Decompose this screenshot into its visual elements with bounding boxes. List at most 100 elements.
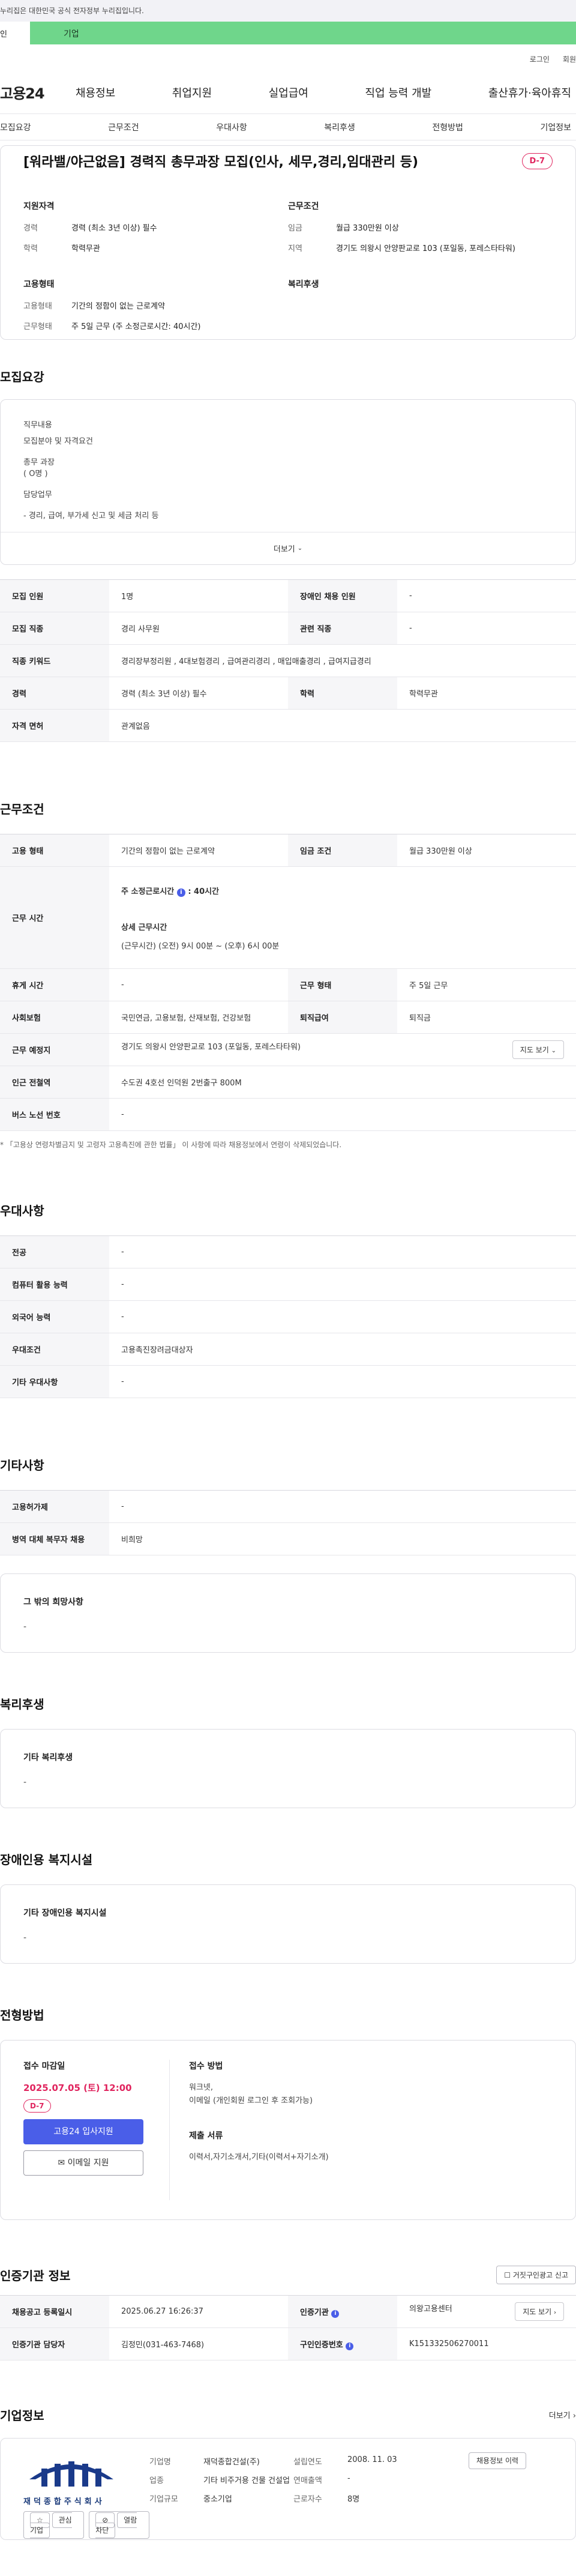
tab-work[interactable]: 근무조건: [108, 121, 139, 133]
gnb-item-jobs[interactable]: 채용정보: [76, 85, 115, 100]
apply-section-title: 전형방법: [0, 2008, 44, 2022]
table-cell: -: [109, 1235, 576, 1268]
company-section-title: 기업정보: [0, 2409, 44, 2423]
etc-wish-label: 그 밖의 희망사항: [23, 1597, 83, 1607]
table-cell: 경리장부정리원 , 4대보험경리 , 급여관리경리 , 매입매출경리 , 급여지…: [109, 644, 576, 677]
tab-recruit[interactable]: 모집요강: [0, 121, 31, 133]
summary-career-label: 경력: [23, 224, 38, 233]
table-header: 학력: [288, 677, 397, 710]
member-type-toggle: 인 기업: [0, 22, 576, 44]
table-header: 사회보험: [0, 1001, 109, 1034]
table-header: 임금 조건: [288, 834, 397, 867]
tab-welfare[interactable]: 복리후생: [324, 121, 355, 133]
detail-hours-label: 상세 근무시간: [121, 923, 167, 932]
table-row: 인근 전철역 수도권 4호선 인덕원 2번출구 800M: [0, 1066, 576, 1099]
summary-type-label: 고용형태: [23, 302, 52, 311]
map-view-button[interactable]: 지도 보기 ›: [515, 2302, 564, 2321]
summary-employment-heading: 고용형태: [23, 280, 55, 289]
info-icon[interactable]: i: [346, 2342, 354, 2350]
job-desc-line: 모집분야 및 자격요건: [23, 437, 93, 446]
job-desc-line: 총무 과장: [23, 458, 55, 467]
detail-hours-value: (근무시간) (오전) 9시 00분 ~ (오후) 6시 00분: [121, 941, 280, 951]
gnb-item-training[interactable]: 직업 능력 개발: [365, 85, 431, 100]
table-header: 우대조건: [0, 1333, 109, 1366]
gnb-item-unemployment[interactable]: 실업급여: [269, 85, 308, 100]
table-header: 구인인증번호 i: [288, 2327, 397, 2360]
table-cell: -: [109, 1300, 576, 1333]
table-row: 경력 경력 (최소 3년 이상) 필수 학력 학력무관: [0, 677, 576, 710]
summary-career-value: 경력 (최소 3년 이상) 필수: [71, 224, 157, 233]
table-header: 자격 면허: [0, 709, 109, 742]
tab-pref[interactable]: 우대사항: [216, 121, 247, 133]
company-emp-label: 근로자수: [293, 2495, 322, 2504]
gnb-item-leave[interactable]: 출산휴가·육아휴직: [488, 85, 571, 100]
toggle-personal[interactable]: 인: [0, 22, 30, 44]
table-header: 전공: [0, 1235, 109, 1268]
table-cell: -: [109, 968, 288, 1001]
table-header: 모집 직종: [0, 612, 109, 645]
report-fake-ad-button[interactable]: ☐ 거짓구인광고 신고: [496, 2266, 576, 2284]
recruit-section-title: 모집요강: [0, 370, 44, 384]
table-cell: -: [109, 1098, 576, 1131]
more-button[interactable]: 더보기 ⌄: [1, 532, 575, 564]
table-header: 퇴직급여: [288, 1001, 397, 1034]
etc-section-title: 기타사항: [0, 1458, 44, 1473]
work-table: 고용 형태 기간의 정함이 없는 근로계약 임금 조건 월급 330만원 이상 …: [0, 834, 576, 1131]
table-header: 인근 전철역: [0, 1066, 109, 1099]
interest-company-button[interactable]: ☆ 관심기업: [23, 2511, 85, 2539]
table-header: 고용허가제: [0, 1490, 109, 1523]
welfare-value: -: [23, 1778, 27, 1787]
table-row: 휴게 시간 - 근무 형태 주 5일 근무: [0, 968, 576, 1001]
toggle-company[interactable]: 기업: [30, 22, 576, 44]
table-cell: 2025.06.27 16:26:37: [109, 2295, 288, 2328]
company-more-link[interactable]: 더보기 ›: [549, 2409, 576, 2421]
weekly-hours-value: : 40시간: [188, 887, 220, 896]
table-header: 근무 형태: [288, 968, 397, 1001]
util-bar: 로그인 회원: [0, 44, 576, 71]
table-cell: 비희망: [109, 1522, 576, 1555]
table-row: 고용 형태 기간의 정함이 없는 근로계약 임금 조건 월급 330만원 이상: [0, 834, 576, 867]
page-bottom-spacer: [0, 2540, 576, 2576]
gnb-item-employment[interactable]: 취업지원: [172, 85, 212, 100]
welfare-label: 기타 복리후생: [23, 1753, 73, 1763]
tab-company[interactable]: 기업정보: [540, 121, 571, 133]
job-summary-card: [워라밸/야근없음] 경력직 총무과장 모집(인사, 세무,경리,임대관리 등)…: [0, 145, 576, 340]
email-apply-button[interactable]: ✉ 이메일 지원: [23, 2150, 143, 2176]
etc-table: 고용허가제 - 병역 대체 복무자 채용 비희망: [0, 1490, 576, 1555]
document-icon: ☐: [504, 2271, 511, 2279]
company-industry-value: 기타 비주거용 건물 건설업: [203, 2476, 290, 2485]
disability-value: -: [23, 1933, 27, 1943]
table-header: 인증기관 담당자: [0, 2327, 109, 2360]
company-est-value: 2008. 11. 03: [347, 2455, 397, 2464]
global-nav: 고용24 채용정보 취업지원 실업급여 직업 능력 개발 출산휴가·육아휴직: [0, 71, 576, 114]
info-icon[interactable]: i: [176, 888, 185, 897]
summary-qualification: 지원자격 경력 경력 (최소 3년 이상) 필수 학력 학력무관: [23, 200, 288, 262]
recruit-table: 모집 인원 1명 장애인 채용 인원 - 모집 직종 경리 사무원 관련 직종 …: [0, 579, 576, 742]
job-desc-line: ( O명 ): [23, 469, 48, 478]
company-info: 기업명 재덕종합건설(주) 설립연도 2008. 11. 03 업종 기타 비주…: [149, 2455, 469, 2523]
table-row: 인증기관 담당자 김정민(031-463-7468) 구인인증번호 i K151…: [0, 2327, 576, 2360]
table-cell: -: [109, 1268, 576, 1301]
summary-edu-label: 학력: [23, 244, 38, 253]
summary-conditions: 근무조건 임금 월급 330만원 이상 지역 경기도 의왕시 안양판교로 103 (…: [288, 200, 553, 262]
login-link[interactable]: 로그인: [530, 54, 550, 71]
tab-apply[interactable]: 전형방법: [432, 121, 463, 133]
company-size-label: 기업규모: [149, 2495, 178, 2504]
site-logo[interactable]: 고용24: [0, 82, 76, 103]
job-history-button[interactable]: 채용정보 이력: [469, 2452, 527, 2469]
cert-section-title: 인증기관 정보: [0, 2269, 71, 2283]
table-row: 우대조건 고용촉진장려금대상자: [0, 1333, 576, 1366]
table-cell: 주 소정근로시간 i : 40시간 상세 근무시간 (근무시간) (오전) 9시…: [109, 866, 576, 969]
map-view-button[interactable]: 지도 보기 ⌄: [512, 1040, 564, 1059]
join-link[interactable]: 회원: [563, 54, 576, 71]
pref-table: 전공 - 컴퓨터 활용 능력 - 외국어 능력 - 우대조건 고용촉진장려금대상자 기타…: [0, 1235, 576, 1398]
job-desc-line: 직무내용: [23, 421, 52, 430]
summary-shape-label: 근무형태: [23, 322, 52, 331]
summary-shape-value: 주 5일 근무 (주 소정근로시간: 40시간): [71, 322, 201, 331]
table-cell: 퇴직금: [397, 1001, 576, 1034]
block-view-button[interactable]: ⊘ 열람차단: [89, 2511, 149, 2539]
deadline-label: 접수 마감일: [23, 2062, 65, 2071]
work-place-value: 경기도 의왕시 안양판교로 103 (포일동, 포레스타타워): [121, 1043, 301, 1052]
apply-button[interactable]: 고용24 입사지원: [23, 2119, 143, 2144]
info-icon[interactable]: i: [331, 2309, 340, 2318]
